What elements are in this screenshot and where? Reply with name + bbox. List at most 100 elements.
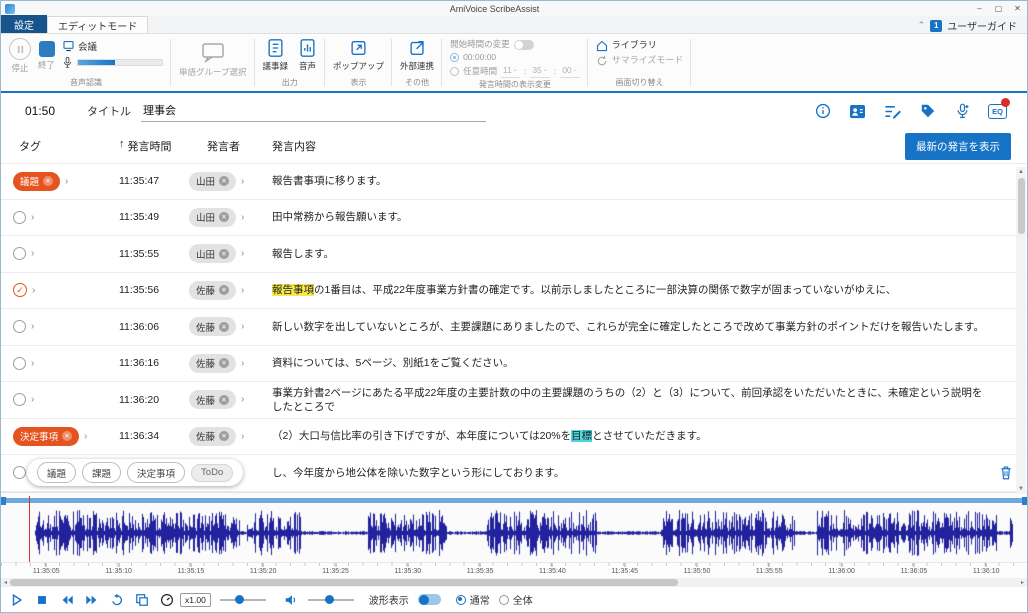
- play-button[interactable]: [9, 592, 25, 608]
- utterance-row[interactable]: › 11:36:20 佐藤✕› 事業方針書2ページにあたる平成22年度の主要計数…: [1, 382, 1027, 419]
- remove-speaker-icon[interactable]: ✕: [219, 322, 229, 332]
- expand-row-chevron[interactable]: ›: [31, 248, 34, 259]
- utterance-content[interactable]: 新しい数字を出していないところが、主要課題にありましたので、これらが完全に確定し…: [272, 320, 1027, 334]
- export-audio-button[interactable]: 音声: [298, 38, 317, 72]
- header-speaker[interactable]: 発言者: [189, 138, 272, 154]
- header-tag[interactable]: タグ: [1, 138, 119, 154]
- expand-speaker-chevron[interactable]: ›: [241, 321, 244, 332]
- speaker-pill[interactable]: 山田✕: [189, 208, 236, 227]
- tag-option[interactable]: 決定事項: [127, 462, 185, 483]
- start-time-toggle[interactable]: [514, 40, 534, 50]
- speaker-pill[interactable]: 佐藤✕: [189, 390, 236, 409]
- tab-settings[interactable]: 設定: [1, 15, 47, 33]
- remove-speaker-icon[interactable]: ✕: [219, 212, 229, 222]
- tag-option[interactable]: 議題: [37, 462, 76, 483]
- scroll-right-icon[interactable]: ▸: [1018, 578, 1027, 587]
- expand-row-chevron[interactable]: ›: [32, 285, 35, 296]
- waveform-scrollbar[interactable]: ◂ ▸: [1, 578, 1027, 587]
- waveform-panel[interactable]: [1, 492, 1027, 562]
- utterance-content[interactable]: 報告書事項に移ります。: [272, 174, 1027, 188]
- utterance-content[interactable]: （2）大口与信比率の引き下げですが、本年度については20%を目標とさせていただき…: [272, 429, 1027, 443]
- title-input[interactable]: 理事会: [141, 100, 486, 122]
- volume-slider-handle[interactable]: [325, 595, 334, 604]
- tag-circle-icon[interactable]: [13, 357, 26, 370]
- scroll-left-icon[interactable]: ◂: [1, 578, 10, 587]
- info-button[interactable]: [813, 103, 832, 120]
- maximize-button[interactable]: ▢: [989, 4, 1008, 13]
- expand-speaker-chevron[interactable]: ›: [241, 285, 244, 296]
- copy-button[interactable]: [134, 592, 150, 608]
- remove-speaker-icon[interactable]: ✕: [219, 431, 229, 441]
- tag-option[interactable]: ToDo: [191, 464, 233, 482]
- expand-speaker-chevron[interactable]: ›: [241, 431, 244, 442]
- tag-circle-icon[interactable]: [13, 211, 26, 224]
- remove-tag-icon[interactable]: ✕: [62, 431, 72, 441]
- utterance-content[interactable]: し、今年度から地公体を除いた数字という形にしております。: [272, 466, 1027, 480]
- speed-value[interactable]: x1.00: [180, 593, 211, 607]
- tag-circle-icon[interactable]: [13, 466, 26, 479]
- expand-speaker-chevron[interactable]: ›: [241, 176, 244, 187]
- utterance-content[interactable]: 事業方針書2ページにあたる平成22年度の主要計数の中の主要課題のうちの（2）と（…: [272, 386, 1027, 414]
- expand-row-chevron[interactable]: ›: [31, 358, 34, 369]
- arbitrary-time-radio[interactable]: [450, 67, 459, 76]
- end-recording-button[interactable]: [39, 41, 55, 57]
- edit-list-button[interactable]: [883, 103, 902, 120]
- utterance-row[interactable]: › 11:35:49 山田✕› 田中常務から報告願います。: [1, 200, 1027, 237]
- speed-slider[interactable]: [220, 599, 266, 601]
- end-label[interactable]: 終了: [38, 59, 55, 71]
- speaker-pill[interactable]: 山田✕: [189, 172, 236, 191]
- utterance-row[interactable]: 議題✕› 11:35:47 山田✕› 報告書事項に移ります。: [1, 163, 1027, 200]
- show-latest-button[interactable]: 最新の発言を表示: [905, 133, 1011, 160]
- scrollbar-thumb[interactable]: [1018, 178, 1025, 234]
- utterance-row[interactable]: › し、今年度から地公体を除いた数字という形にしております。 議題課題決定事項T…: [1, 455, 1027, 492]
- speaker-pill[interactable]: 佐藤✕: [189, 427, 236, 446]
- speaker-pill[interactable]: 佐藤✕: [189, 354, 236, 373]
- header-time[interactable]: ↑ 発言時間: [119, 138, 189, 154]
- tag-circle-icon[interactable]: [13, 393, 26, 406]
- expand-row-chevron[interactable]: ›: [84, 431, 87, 442]
- table-scrollbar[interactable]: ▲ ▼: [1016, 167, 1026, 494]
- utterance-row[interactable]: › 11:35:55 山田✕› 報告します。: [1, 236, 1027, 273]
- export-minutes-button[interactable]: 議事録: [263, 38, 289, 72]
- rewind-button[interactable]: [59, 592, 75, 608]
- speed-slider-handle[interactable]: [235, 595, 244, 604]
- expand-speaker-chevron[interactable]: ›: [241, 358, 244, 369]
- remove-speaker-icon[interactable]: ✕: [219, 176, 229, 186]
- tag-circle-icon[interactable]: [13, 320, 26, 333]
- remove-speaker-icon[interactable]: ✕: [219, 358, 229, 368]
- scroll-down-icon[interactable]: ▼: [1016, 484, 1026, 494]
- summarize-mode-button[interactable]: サマライズモード: [596, 53, 684, 68]
- replay-button[interactable]: [109, 592, 125, 608]
- expand-row-chevron[interactable]: ›: [65, 176, 68, 187]
- expand-row-chevron[interactable]: ›: [31, 394, 34, 405]
- add-voice-button[interactable]: [953, 103, 972, 120]
- radio-normal[interactable]: 通常: [456, 592, 490, 607]
- collapse-ribbon-icon[interactable]: ⌃: [918, 20, 926, 31]
- utterance-row[interactable]: ✓› 11:35:56 佐藤✕› 報告事項の1番目は、平成22年度事業方針書の確…: [1, 273, 1027, 310]
- waveform-scrollbar-thumb[interactable]: [10, 579, 678, 586]
- tag-button[interactable]: [918, 103, 937, 120]
- utterance-content[interactable]: 田中常務から報告願います。: [272, 210, 1027, 224]
- eq-search-button[interactable]: EQ: [988, 103, 1007, 120]
- scroll-up-icon[interactable]: ▲: [1016, 167, 1026, 177]
- utterance-row[interactable]: 決定事項✕› 11:36:34 佐藤✕› （2）大口与信比率の引き下げですが、本…: [1, 419, 1027, 456]
- library-button[interactable]: ライブラリ: [596, 38, 684, 53]
- waveform-display-toggle[interactable]: [418, 594, 441, 605]
- tab-edit-mode[interactable]: エディットモード: [47, 16, 148, 33]
- remove-tag-icon[interactable]: ✕: [43, 176, 53, 186]
- zero-time-radio[interactable]: [450, 53, 459, 62]
- remove-speaker-icon[interactable]: ✕: [219, 285, 229, 295]
- speaker-list-button[interactable]: [848, 103, 867, 120]
- utterance-content[interactable]: 報告します。: [272, 247, 1027, 261]
- stop-button[interactable]: [34, 592, 50, 608]
- volume-slider[interactable]: [308, 599, 354, 601]
- tag-option[interactable]: 課題: [82, 462, 121, 483]
- utterance-row[interactable]: › 11:36:06 佐藤✕› 新しい数字を出していないところが、主要課題にあり…: [1, 309, 1027, 346]
- hour-select[interactable]: 11⌄: [501, 64, 520, 78]
- tag-pill[interactable]: 議題✕: [13, 172, 60, 191]
- tag-pill[interactable]: 決定事項✕: [13, 427, 79, 446]
- tag-circle-icon[interactable]: [13, 247, 26, 260]
- external-link-button[interactable]: 外部連携: [400, 38, 434, 72]
- speaker-pill[interactable]: 佐藤✕: [189, 281, 236, 300]
- expand-row-chevron[interactable]: ›: [31, 212, 34, 223]
